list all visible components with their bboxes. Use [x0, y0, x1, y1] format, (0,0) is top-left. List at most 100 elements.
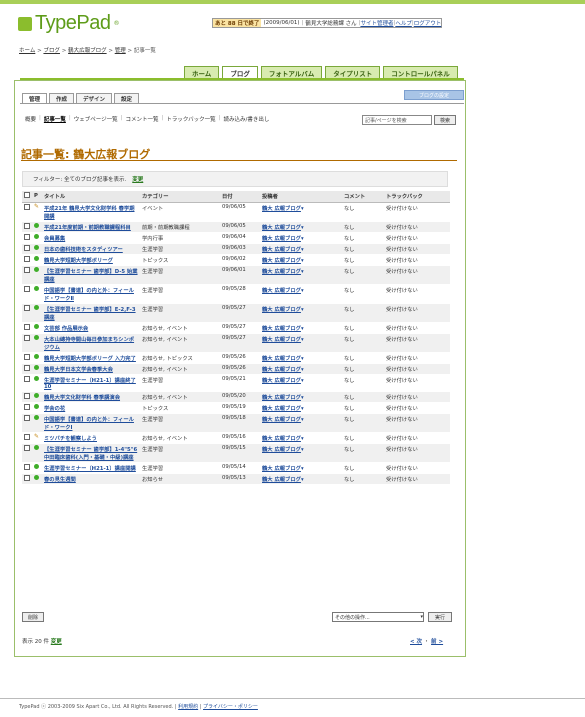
submenu-comments[interactable]: コメント一覧	[123, 115, 162, 123]
post-author-link[interactable]: 鶴大 広報ブログ	[262, 288, 301, 294]
row-checkbox[interactable]	[24, 222, 30, 229]
author-dropdown-icon[interactable]: ▾	[301, 225, 304, 231]
author-dropdown-icon[interactable]: ▾	[301, 466, 304, 472]
terms-link[interactable]: 利用規約	[178, 704, 198, 710]
post-author-link[interactable]: 鶴大 広報ブログ	[262, 378, 301, 384]
submenu-overview[interactable]: 概要	[22, 115, 39, 123]
row-checkbox[interactable]	[24, 364, 30, 371]
help-link[interactable]: ヘルプ	[395, 19, 412, 27]
author-dropdown-icon[interactable]: ▾	[301, 258, 304, 264]
post-author-link[interactable]: 鶴大 広報ブログ	[262, 236, 301, 242]
post-title-link[interactable]: 【生涯学習セミナー 歯学部】D-5 始業講座	[44, 269, 138, 283]
post-title-link[interactable]: 【生涯学習セミナー 歯学部】1-4"5"6中田臨床歯科(入門・基礎・中級)講座	[44, 447, 137, 461]
post-title-link[interactable]: 春の見生週間	[44, 477, 76, 483]
post-author-link[interactable]: 鶴大 広報ブログ	[262, 466, 301, 472]
display-count-change-link[interactable]: 変更	[51, 639, 62, 645]
row-checkbox[interactable]	[24, 444, 30, 451]
post-title-link[interactable]: 鶴見大学日本文学会春季大会	[44, 367, 113, 373]
row-checkbox[interactable]	[24, 203, 30, 210]
author-dropdown-icon[interactable]: ▾	[301, 307, 304, 313]
logout-link[interactable]: ログアウト	[414, 19, 442, 27]
col-category[interactable]: カテゴリー	[140, 191, 220, 203]
author-dropdown-icon[interactable]: ▾	[301, 367, 304, 373]
row-checkbox[interactable]	[24, 414, 30, 421]
row-checkbox[interactable]	[24, 244, 30, 251]
post-author-link[interactable]: 鶴大 広報ブログ	[262, 269, 301, 275]
post-author-link[interactable]: 鶴大 広報ブログ	[262, 258, 301, 264]
submenu-posts[interactable]: 記事一覧	[41, 115, 69, 123]
post-author-link[interactable]: 鶴大 広報ブログ	[262, 417, 301, 423]
row-checkbox[interactable]	[24, 233, 30, 240]
row-checkbox[interactable]	[24, 392, 30, 399]
submenu-trackbacks[interactable]: トラックバック一覧	[163, 115, 218, 123]
search-input[interactable]: 記事/ページを検索	[362, 115, 432, 125]
author-dropdown-icon[interactable]: ▾	[301, 288, 304, 294]
author-dropdown-icon[interactable]: ▾	[301, 356, 304, 362]
submenu-pages[interactable]: ウェブページ一覧	[71, 115, 121, 123]
blog-settings-button[interactable]: ブログの設定	[404, 90, 464, 100]
author-dropdown-icon[interactable]: ▾	[301, 417, 304, 423]
row-checkbox[interactable]	[24, 463, 30, 470]
author-dropdown-icon[interactable]: ▾	[301, 477, 304, 483]
author-dropdown-icon[interactable]: ▾	[301, 436, 304, 442]
author-dropdown-icon[interactable]: ▾	[301, 406, 304, 412]
post-title-link[interactable]: ミツバチを観察しよう	[44, 436, 97, 442]
row-checkbox[interactable]	[24, 474, 30, 481]
post-author-link[interactable]: 鶴大 広報ブログ	[262, 225, 301, 231]
post-author-link[interactable]: 鶴大 広報ブログ	[262, 477, 301, 483]
select-all-header[interactable]	[22, 191, 32, 203]
execute-button[interactable]: 実行	[428, 612, 452, 622]
breadcrumb-manage[interactable]: 管理	[115, 48, 126, 54]
post-author-link[interactable]: 鶴大 広報ブログ	[262, 447, 301, 453]
row-checkbox[interactable]	[24, 285, 30, 292]
post-title-link[interactable]: 平成21年 鶴見大学文化財学科 春学期開講	[44, 206, 135, 220]
author-dropdown-icon[interactable]: ▾	[301, 337, 304, 343]
post-author-link[interactable]: 鶴大 広報ブログ	[262, 247, 301, 253]
author-dropdown-icon[interactable]: ▾	[301, 326, 304, 332]
col-trackbacks[interactable]: トラックバック	[384, 191, 450, 203]
row-checkbox[interactable]	[24, 334, 30, 341]
post-title-link[interactable]: 生涯学習セミナー（H21-1）講座終了10	[44, 378, 136, 390]
col-date[interactable]: 日付	[220, 191, 260, 203]
typepad-logo[interactable]: TypePad ®	[18, 12, 119, 35]
post-title-link[interactable]: 文芸部 作品展示会	[44, 326, 88, 332]
row-checkbox[interactable]	[24, 255, 30, 262]
row-checkbox[interactable]	[24, 403, 30, 410]
filter-change-link[interactable]: 変更	[132, 175, 143, 183]
author-dropdown-icon[interactable]: ▾	[301, 206, 304, 212]
author-dropdown-icon[interactable]: ▾	[301, 447, 304, 453]
col-author[interactable]: 投稿者	[260, 191, 342, 203]
privacy-link[interactable]: プライバシー・ポリシー	[203, 704, 258, 710]
author-dropdown-icon[interactable]: ▾	[301, 269, 304, 275]
post-author-link[interactable]: 鶴大 広報ブログ	[262, 326, 301, 332]
pager-prev-link[interactable]: < 次	[410, 639, 422, 645]
post-title-link[interactable]: 日本の歯科技術をスタディツアー	[44, 247, 123, 253]
post-author-link[interactable]: 鶴大 広報ブログ	[262, 307, 301, 313]
col-title[interactable]: タイトル	[42, 191, 140, 203]
breadcrumb-home[interactable]: ホーム	[19, 48, 35, 54]
select-all-checkbox[interactable]	[24, 192, 30, 199]
search-button[interactable]: 検索	[434, 115, 456, 125]
breadcrumb-blogs[interactable]: ブログ	[43, 48, 60, 54]
post-author-link[interactable]: 鶴大 広報ブログ	[262, 356, 301, 362]
row-checkbox[interactable]	[24, 375, 30, 382]
pager-next-link[interactable]: 前 >	[431, 639, 443, 645]
post-author-link[interactable]: 鶴大 広報ブログ	[262, 436, 301, 442]
post-title-link[interactable]: 中国語学【書道】の内と外：フィールド・ワークⅡ	[44, 288, 134, 302]
author-dropdown-icon[interactable]: ▾	[301, 378, 304, 384]
col-comments[interactable]: コメント	[342, 191, 384, 203]
post-title-link[interactable]: 【生涯学習セミナー 歯学部】E-2,F-3講座	[44, 307, 136, 321]
post-title-link[interactable]: 平成21年度前期・前期教職課程科目	[44, 225, 131, 231]
author-dropdown-icon[interactable]: ▾	[301, 395, 304, 401]
post-title-link[interactable]: 鶴見大学短期大学部ボリーグ 入力完了	[44, 356, 136, 362]
post-author-link[interactable]: 鶴大 広報ブログ	[262, 395, 301, 401]
row-checkbox[interactable]	[24, 353, 30, 360]
row-checkbox[interactable]	[24, 266, 30, 273]
post-title-link[interactable]: 大本山總持寺開山毎日参加まちシンポジウム	[44, 337, 134, 351]
row-checkbox[interactable]	[24, 304, 30, 311]
post-author-link[interactable]: 鶴大 広報ブログ	[262, 337, 301, 343]
author-dropdown-icon[interactable]: ▾	[301, 236, 304, 242]
breadcrumb-blog-name[interactable]: 鶴大広報ブログ	[68, 48, 107, 54]
row-checkbox[interactable]	[24, 323, 30, 330]
author-dropdown-icon[interactable]: ▾	[301, 247, 304, 253]
